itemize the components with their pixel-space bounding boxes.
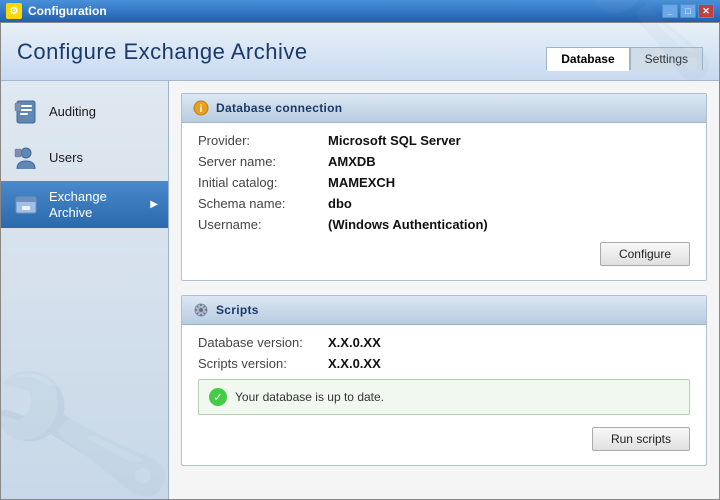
server-name-value: AMXDB	[328, 154, 376, 169]
schema-name-label: Schema name:	[198, 196, 328, 211]
header-tabs[interactable]: Database Settings	[546, 47, 703, 70]
schema-name-row: Schema name: dbo	[198, 196, 690, 211]
sidebar-item-users[interactable]: Users	[1, 135, 168, 181]
users-icon	[11, 143, 41, 173]
configure-button[interactable]: Configure	[600, 242, 690, 266]
provider-row: Provider: Microsoft SQL Server	[198, 133, 690, 148]
db-version-value: X.X.0.XX	[328, 335, 381, 350]
initial-catalog-value: MAMEXCH	[328, 175, 395, 190]
schema-name-value: dbo	[328, 196, 352, 211]
window-controls[interactable]: _ □ ✕	[662, 4, 714, 18]
scripts-version-label: Scripts version:	[198, 356, 328, 371]
window-title: Configuration	[28, 4, 107, 18]
auditing-label: Auditing	[49, 104, 96, 120]
content-area: Auditing Users	[1, 81, 719, 499]
tab-database[interactable]: Database	[546, 47, 629, 71]
run-scripts-button[interactable]: Run scripts	[592, 427, 690, 451]
db-version-label: Database version:	[198, 335, 328, 350]
scripts-body: Database version: X.X.0.XX Scripts versi…	[182, 325, 706, 465]
main-panel: i Database connection Provider: Microsof…	[169, 81, 719, 499]
svg-text:i: i	[200, 104, 203, 115]
db-connection-icon: i	[192, 99, 210, 117]
scripts-title: Scripts	[216, 303, 259, 317]
sidebar: Auditing Users	[1, 81, 169, 499]
server-name-row: Server name: AMXDB	[198, 154, 690, 169]
exchange-archive-icon	[11, 190, 41, 220]
db-connection-body: Provider: Microsoft SQL Server Server na…	[182, 123, 706, 280]
tab-settings[interactable]: Settings	[630, 47, 703, 70]
provider-label: Provider:	[198, 133, 328, 148]
scripts-icon	[192, 301, 210, 319]
exchange-archive-label: Exchange Archive	[49, 189, 142, 220]
arrow-icon: ▶	[150, 199, 158, 210]
sidebar-item-auditing[interactable]: Auditing	[1, 89, 168, 135]
provider-value: Microsoft SQL Server	[328, 133, 461, 148]
db-connection-section: i Database connection Provider: Microsof…	[181, 93, 707, 281]
configure-btn-row: Configure	[198, 238, 690, 266]
scripts-section: Scripts Database version: X.X.0.XX Scrip…	[181, 295, 707, 466]
server-name-label: Server name:	[198, 154, 328, 169]
auditing-icon	[11, 97, 41, 127]
title-bar: ⚙ Configuration _ □ ✕	[0, 0, 720, 22]
username-value: (Windows Authentication)	[328, 217, 488, 232]
status-box: ✓ Your database is up to date.	[198, 379, 690, 415]
run-scripts-btn-row: Run scripts	[198, 423, 690, 451]
minimize-button[interactable]: _	[662, 4, 678, 18]
maximize-button[interactable]: □	[680, 4, 696, 18]
status-ok-icon: ✓	[209, 388, 227, 406]
scripts-header: Scripts	[182, 296, 706, 325]
db-connection-header: i Database connection	[182, 94, 706, 123]
app-icon: ⚙	[6, 3, 22, 19]
scripts-version-value: X.X.0.XX	[328, 356, 381, 371]
sidebar-item-exchange-archive[interactable]: Exchange Archive ▶	[1, 181, 168, 228]
users-label: Users	[49, 150, 83, 166]
sidebar-bg-icon: 🔧	[1, 335, 169, 499]
initial-catalog-label: Initial catalog:	[198, 175, 328, 190]
status-text: Your database is up to date.	[235, 390, 384, 404]
username-row: Username: (Windows Authentication)	[198, 217, 690, 232]
page-title: Configure Exchange Archive	[17, 39, 308, 65]
scripts-version-row: Scripts version: X.X.0.XX	[198, 356, 690, 371]
close-button[interactable]: ✕	[698, 4, 714, 18]
username-label: Username:	[198, 217, 328, 232]
header: Configure Exchange Archive 🔧 Database Se…	[1, 23, 719, 81]
main-window: Configure Exchange Archive 🔧 Database Se…	[0, 22, 720, 500]
db-connection-title: Database connection	[216, 101, 342, 115]
initial-catalog-row: Initial catalog: MAMEXCH	[198, 175, 690, 190]
db-version-row: Database version: X.X.0.XX	[198, 335, 690, 350]
